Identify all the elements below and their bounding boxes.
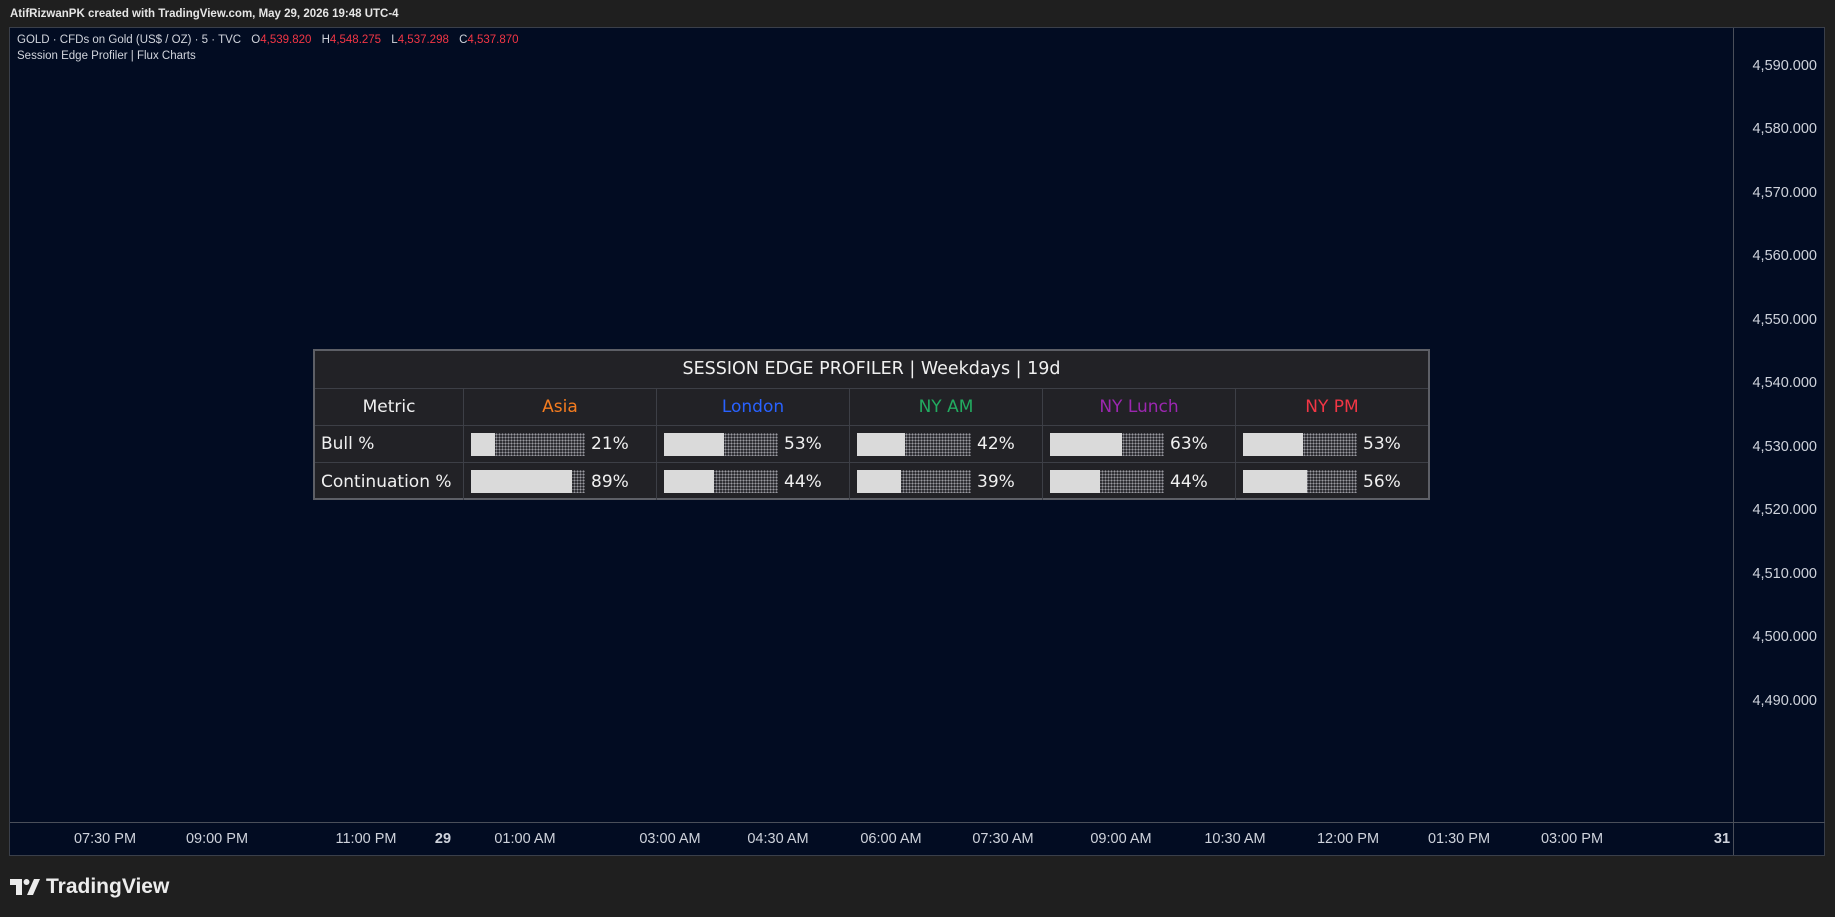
time-label: 29 xyxy=(434,831,452,847)
price-label: 4,550.000 xyxy=(1752,312,1817,328)
table-row: Continuation % 89% 44% 39% 44% 56% xyxy=(315,463,1428,500)
price-label: 4,560.000 xyxy=(1752,248,1817,264)
percent-value: 89% xyxy=(591,471,629,492)
chart-legend: GOLD · CFDs on Gold (US$ / OZ) · 5 · TVC… xyxy=(17,32,519,64)
session-value-cell: 21% xyxy=(463,426,656,462)
session-value-cell: 53% xyxy=(1235,426,1428,462)
progress-bar-fill xyxy=(664,470,715,493)
price-label: 4,590.000 xyxy=(1752,58,1817,74)
percent-value: 53% xyxy=(784,434,822,454)
session-value-cell: 44% xyxy=(1042,463,1235,500)
session-header: London xyxy=(656,389,849,425)
progress-bar-fill xyxy=(1050,432,1122,456)
progress-bar-fill xyxy=(664,432,725,456)
price-label: 4,510.000 xyxy=(1752,566,1817,582)
axis-corner xyxy=(1733,822,1825,855)
progress-bar-fill xyxy=(857,432,905,456)
symbol-legend-row[interactable]: GOLD · CFDs on Gold (US$ / OZ) · 5 · TVC… xyxy=(17,32,519,48)
table-grid: Metric Asia London NY AM NY Lunch NY PM Bull %… xyxy=(315,389,1428,500)
progress-bar-fill xyxy=(471,470,573,493)
price-label: 4,540.000 xyxy=(1752,375,1817,391)
metric-label: Continuation % xyxy=(321,471,452,492)
session-value-cell: 89% xyxy=(463,463,656,500)
progress-bar-fill xyxy=(1243,470,1307,493)
percent-value: 42% xyxy=(977,434,1015,454)
session-header: Asia xyxy=(463,389,656,425)
time-label: 01:30 PM xyxy=(1427,831,1491,847)
symbol-info[interactable]: GOLD · CFDs on Gold (US$ / OZ) · 5 · TVC xyxy=(17,34,241,46)
table-title: SESSION EDGE PROFILER | Weekdays | 19d xyxy=(315,351,1428,389)
session-value-cell: 42% xyxy=(849,426,1042,462)
progress-bar xyxy=(1050,470,1164,493)
percent-value: 63% xyxy=(1170,434,1208,454)
time-label: 09:00 AM xyxy=(1090,831,1152,847)
price-axis[interactable]: 4,590.000 4,580.000 4,570.000 4,560.000 4,55… xyxy=(1733,28,1825,822)
session-value-cell: 44% xyxy=(656,463,849,500)
low-value: 4,537.298 xyxy=(397,34,449,46)
progress-bar-fill xyxy=(857,470,902,493)
table-row: Bull % 21% 53% 42% 63% 53% xyxy=(315,426,1428,463)
session-edge-profiler-table: SESSION EDGE PROFILER | Weekdays | 19d M… xyxy=(313,349,1430,500)
time-label: 04:30 AM xyxy=(747,831,809,847)
time-label: 11:00 PM xyxy=(335,831,397,847)
session-header: NY PM xyxy=(1235,389,1428,425)
progress-bar xyxy=(1050,432,1164,456)
time-label: 06:00 AM xyxy=(860,831,922,847)
session-value-cell: 56% xyxy=(1235,463,1428,500)
price-label: 4,530.000 xyxy=(1752,439,1817,455)
progress-bar-fill xyxy=(471,432,495,456)
percent-value: 39% xyxy=(977,471,1015,492)
time-label: 09:00 PM xyxy=(185,831,249,847)
progress-bar xyxy=(471,470,585,493)
table-header-row: Metric Asia London NY AM NY Lunch NY PM xyxy=(315,389,1428,426)
session-value-cell: 63% xyxy=(1042,426,1235,462)
time-label: 07:30 AM xyxy=(972,831,1034,847)
open-value: 4,539.820 xyxy=(260,34,312,46)
progress-bar xyxy=(1243,432,1357,456)
time-label: 12:00 PM xyxy=(1316,831,1380,847)
high-value: 4,548.275 xyxy=(329,34,382,46)
percent-value: 44% xyxy=(1170,471,1208,492)
tradingview-logo[interactable]: TradingView xyxy=(10,874,169,900)
time-label: 03:00 PM xyxy=(1540,831,1604,847)
price-label: 4,520.000 xyxy=(1752,502,1817,518)
session-value-cell: 53% xyxy=(656,426,849,462)
time-axis[interactable]: 07:30 PM 09:00 PM 11:00 PM 29 01:00 AM 03:00 … xyxy=(10,822,1733,855)
progress-bar xyxy=(664,432,778,456)
progress-bar xyxy=(857,432,971,456)
indicator-legend-row[interactable]: Session Edge Profiler | Flux Charts xyxy=(17,48,519,64)
progress-bar xyxy=(664,470,778,493)
price-label: 4,580.000 xyxy=(1752,121,1817,137)
percent-value: 21% xyxy=(591,434,629,454)
percent-value: 56% xyxy=(1363,471,1401,492)
time-label: 03:00 AM xyxy=(639,831,701,847)
percent-value: 44% xyxy=(784,471,822,492)
metric-header: Metric xyxy=(362,397,416,417)
tradingview-logo-text: TradingView xyxy=(46,875,170,898)
progress-bar xyxy=(1243,470,1357,493)
percent-value: 53% xyxy=(1363,434,1401,454)
progress-bar xyxy=(471,432,585,456)
progress-bar-fill xyxy=(1050,470,1101,493)
price-label: 4,490.000 xyxy=(1752,693,1817,709)
progress-bar xyxy=(857,470,971,493)
time-label: 07:30 PM xyxy=(73,831,137,847)
session-header: NY AM xyxy=(849,389,1042,425)
chart-credit-header: AtifRizwanPK created with TradingView.co… xyxy=(0,0,1835,27)
high-label: H xyxy=(321,34,330,46)
time-label: 31 xyxy=(1713,831,1731,847)
open-label: O xyxy=(251,34,261,46)
time-label: 10:30 AM xyxy=(1204,831,1266,847)
close-value: 4,537.870 xyxy=(467,34,519,46)
metric-label: Bull % xyxy=(321,434,375,454)
time-label: 01:00 AM xyxy=(494,831,556,847)
tradingview-logo-icon xyxy=(10,879,40,895)
session-value-cell: 39% xyxy=(849,463,1042,500)
session-header: NY Lunch xyxy=(1042,389,1235,425)
progress-bar-fill xyxy=(1243,432,1304,456)
price-label: 4,570.000 xyxy=(1752,185,1817,201)
price-label: 4,500.000 xyxy=(1752,629,1817,645)
